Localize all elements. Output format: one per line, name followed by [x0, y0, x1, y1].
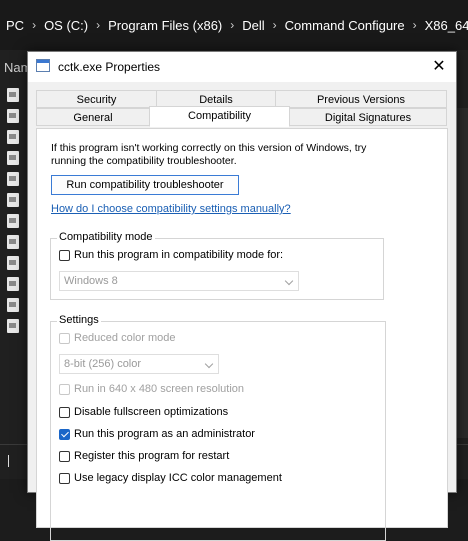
dialog-titlebar[interactable]: cctk.exe Properties ✕ [28, 52, 456, 82]
compatibility-mode-group: Compatibility mode Run this program in c… [50, 231, 384, 300]
breadcrumb: PC › OS (C:) › Program Files (x86) › Del… [0, 0, 468, 50]
reduced-color-row: Reduced color mode [59, 332, 176, 344]
checkbox-label: Reduced color mode [74, 332, 176, 344]
run-troubleshooter-button[interactable]: Run compatibility troubleshooter [51, 175, 239, 195]
chevron-right-icon: › [272, 18, 277, 32]
resolution-checkbox [59, 383, 70, 395]
compat-mode-checkbox[interactable] [59, 249, 70, 261]
file-icon[interactable] [7, 109, 19, 123]
color-mode-select: 8-bit (256) color [59, 354, 219, 374]
select-value: 8-bit (256) color [64, 358, 142, 370]
breadcrumb-item-x86-64[interactable]: X86_64 [419, 18, 468, 33]
chevron-right-icon: › [32, 18, 37, 32]
select-value: Windows 8 [64, 275, 118, 287]
run-admin-row[interactable]: Run this program as an administrator [59, 428, 255, 440]
checkbox-label: Register this program for restart [74, 450, 230, 462]
close-icon: ✕ [432, 58, 446, 75]
file-icon[interactable] [7, 88, 19, 102]
legacy-icc-checkbox[interactable] [59, 472, 70, 484]
tab-digital-signatures[interactable]: Digital Signatures [289, 108, 447, 126]
group-label: Settings [57, 314, 101, 326]
compat-mode-select[interactable]: Windows 8 [59, 271, 299, 291]
intro-text: If this program isn't working correctly … [51, 142, 367, 167]
breadcrumb-item-os[interactable]: OS (C:) [38, 18, 94, 33]
help-link[interactable]: How do I choose compatibility settings m… [51, 203, 291, 215]
settings-group: Settings Reduced color mode 8-bit (256) … [50, 314, 386, 541]
checkbox-label: Run this program in compatibility mode f… [74, 249, 284, 261]
legacy-icc-row[interactable]: Use legacy display ICC color management [59, 472, 282, 484]
tab-security[interactable]: Security [36, 90, 157, 108]
checkbox-label: Run this program as an administrator [74, 428, 255, 440]
file-icon[interactable] [7, 235, 19, 249]
file-icon[interactable] [7, 256, 19, 270]
checkbox-label: Disable fullscreen optimizations [74, 406, 229, 418]
checkbox-label: Run in 640 x 480 screen resolution [74, 383, 244, 395]
fullscreen-row[interactable]: Disable fullscreen optimizations [59, 406, 228, 418]
reduced-color-checkbox [59, 332, 70, 344]
chevron-right-icon: › [412, 18, 417, 32]
file-icon[interactable] [7, 151, 19, 165]
resolution-row: Run in 640 x 480 screen resolution [59, 383, 244, 395]
file-icon[interactable] [7, 277, 19, 291]
breadcrumb-item-dell[interactable]: Dell [236, 18, 270, 33]
file-icon[interactable] [7, 319, 19, 333]
tab-compatibility[interactable]: Compatibility [149, 106, 290, 127]
chevron-right-icon: › [96, 18, 101, 32]
register-restart-checkbox[interactable] [59, 450, 70, 462]
compat-mode-row[interactable]: Run this program in compatibility mode f… [59, 249, 283, 261]
chevron-right-icon: › [230, 18, 235, 32]
window-icon [36, 59, 50, 72]
file-icon[interactable] [7, 172, 19, 186]
breadcrumb-item-command-configure[interactable]: Command Configure [279, 18, 411, 33]
close-button[interactable]: ✕ [428, 56, 450, 78]
chevron-down-icon [284, 276, 294, 286]
breadcrumb-item-pc[interactable]: PC [0, 18, 30, 33]
compatibility-panel: If this program isn't working correctly … [36, 128, 448, 541]
run-as-admin-checkbox[interactable] [59, 428, 70, 440]
file-icon[interactable] [7, 193, 19, 207]
text-caret [8, 455, 9, 467]
breadcrumb-item-program-files[interactable]: Program Files (x86) [102, 18, 228, 33]
file-icon[interactable] [7, 214, 19, 228]
properties-dialog: cctk.exe Properties ✕ Security Details P… [27, 51, 457, 541]
tab-general[interactable]: General [36, 108, 150, 126]
checkbox-label: Use legacy display ICC color management [74, 472, 282, 484]
disable-fullscreen-checkbox[interactable] [59, 406, 70, 418]
file-icon[interactable] [7, 298, 19, 312]
tab-previous-versions[interactable]: Previous Versions [275, 90, 447, 108]
dialog-title: cctk.exe Properties [58, 60, 161, 74]
group-label: Compatibility mode [57, 231, 155, 243]
chevron-down-icon [204, 359, 214, 369]
file-icon[interactable] [7, 130, 19, 144]
register-restart-row[interactable]: Register this program for restart [59, 450, 229, 462]
